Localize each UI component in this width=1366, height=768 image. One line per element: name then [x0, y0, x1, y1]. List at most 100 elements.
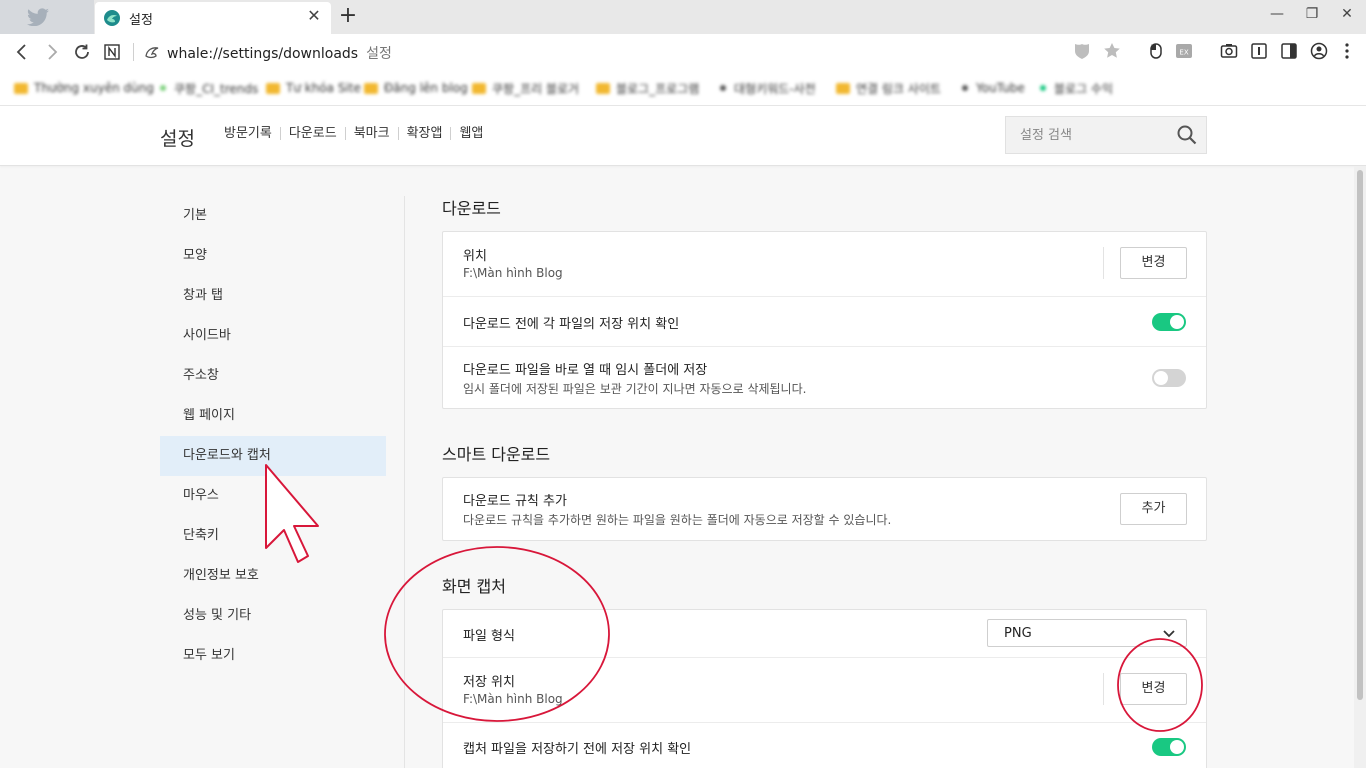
settings-sidebar: 기본 모양 창과 탭 사이드바 주소창 웹 페이지 다운로드와 캡처 마우스 단…	[160, 196, 386, 676]
favicon-icon	[720, 85, 726, 91]
tab-bar: 설정 ✕ + — ❐ ✕	[0, 0, 1366, 34]
sidebar-item-performance[interactable]: 성능 및 기타	[160, 596, 386, 636]
shield-icon[interactable]	[1071, 41, 1093, 63]
sidebar-item-address-bar[interactable]: 주소창	[160, 356, 386, 396]
star-icon[interactable]	[1101, 41, 1123, 63]
bookmark-folder[interactable]: Đăng lên blog	[364, 80, 468, 96]
twitter-icon	[26, 8, 50, 27]
favicon-icon	[160, 85, 166, 91]
favicon-icon	[962, 85, 968, 91]
camera-icon[interactable]	[1218, 41, 1240, 63]
button-divider	[1103, 247, 1104, 279]
bookmark-folder[interactable]: 연결 링크 사이트	[836, 80, 941, 96]
sidebar-item-mouse[interactable]: 마우스	[160, 476, 386, 516]
sidebar-item-view-all[interactable]: 모두 보기	[160, 636, 386, 676]
new-tab-button[interactable]: +	[337, 4, 359, 28]
sidebar-item-shortcuts[interactable]: 단축키	[160, 516, 386, 556]
close-window-button[interactable]: ✕	[1334, 4, 1360, 24]
profile-icon[interactable]	[1308, 41, 1330, 63]
sidebar-item-basic[interactable]: 기본	[160, 196, 386, 236]
url-page-label: 설정	[366, 46, 392, 62]
toolbar-separator	[133, 43, 134, 61]
sidebar-item-appearance[interactable]: 모양	[160, 236, 386, 276]
forward-icon[interactable]	[40, 40, 64, 64]
temp-folder-toggle[interactable]	[1152, 369, 1186, 387]
back-icon[interactable]	[10, 40, 34, 64]
temp-folder-row: 다운로드 파일을 바로 열 때 임시 폴더에 저장 임시 폴더에 저장된 파일은…	[443, 346, 1206, 408]
tab-close-icon[interactable]: ✕	[305, 7, 323, 25]
nav-history[interactable]: 방문기록	[224, 127, 280, 140]
sidebar-item-privacy[interactable]: 개인정보 보호	[160, 556, 386, 596]
minimize-button[interactable]: —	[1264, 4, 1290, 24]
sidebar-item-downloads-capture[interactable]: 다운로드와 캡처	[160, 436, 386, 476]
settings-search	[1005, 116, 1207, 154]
ex-extension-icon[interactable]: EX	[1173, 41, 1195, 63]
file-format-label: 파일 형식	[463, 629, 515, 644]
active-tab[interactable]: 설정 ✕	[95, 2, 331, 34]
bookmarks-bar: Thường xuyên dùng 쿠팡_CI_trends Tư khóa S…	[0, 70, 1366, 106]
file-format-value: PNG	[1004, 626, 1032, 641]
menu-icon[interactable]	[1336, 41, 1358, 63]
screen-capture-section-title: 화면 캡처	[442, 577, 506, 596]
toggle-knob	[1154, 371, 1168, 385]
file-format-select[interactable]: PNG	[987, 619, 1187, 647]
settings-title: 설정	[160, 128, 195, 150]
button-divider	[1103, 673, 1104, 705]
smart-download-card: 다운로드 규칙 추가 다운로드 규칙을 추가하면 원하는 파일을 원하는 폴더에…	[442, 477, 1207, 541]
background-tab[interactable]	[0, 0, 94, 34]
download-rule-description: 다운로드 규칙을 추가하면 원하는 파일을 원하는 폴더에 자동으로 저장할 수…	[463, 513, 892, 527]
download-location-change-button[interactable]: 변경	[1120, 247, 1187, 279]
page-scrollbar[interactable]	[1354, 166, 1366, 768]
nav-webapps[interactable]: 웹앱	[450, 127, 491, 140]
sidebar-item-sidebar[interactable]: 사이드바	[160, 316, 386, 356]
search-icon[interactable]	[1176, 124, 1198, 146]
file-format-row: 파일 형식 PNG	[443, 610, 1206, 657]
screen-capture-card: 파일 형식 PNG 저장 위치 F:\Màn hình Blog 변경 캡처 파…	[442, 609, 1207, 768]
bookmark-folder[interactable]: Tư khóa Site	[266, 80, 361, 96]
reload-icon[interactable]	[70, 40, 94, 64]
download-location-row: 위치 F:\Màn hình Blog 변경	[443, 232, 1206, 296]
bookmark-link[interactable]: 대형키워드-사전	[716, 80, 816, 96]
bookmark-folder[interactable]: 쿠팡_프리 블로거	[472, 80, 579, 96]
folder-icon	[14, 82, 28, 94]
folder-icon	[364, 82, 378, 94]
add-rule-button[interactable]: 추가	[1120, 493, 1187, 525]
bookmark-link[interactable]: YouTube	[958, 80, 1025, 96]
capture-confirm-toggle[interactable]	[1152, 738, 1186, 756]
bookmark-link[interactable]: 블로그 수익	[1036, 80, 1113, 96]
toggle-knob	[1170, 315, 1184, 329]
restore-button[interactable]: ❐	[1299, 4, 1325, 24]
sidebar-item-web-page[interactable]: 웹 페이지	[160, 396, 386, 436]
svg-text:EX: EX	[1179, 49, 1188, 57]
chevron-down-icon	[1162, 626, 1176, 640]
sidebar-item-windows-tabs[interactable]: 창과 탭	[160, 276, 386, 316]
settings-search-input[interactable]	[1006, 117, 1166, 153]
download-location-label: 위치	[463, 249, 487, 264]
address-bar[interactable]: whale://settings/downloads 설정	[167, 43, 392, 63]
settings-header: 설정 방문기록 다운로드 북마크 확장앱 웹앱	[0, 106, 1366, 166]
capture-location-path: F:\Màn hình Blog	[463, 692, 563, 706]
download-location-path: F:\Màn hình Blog	[463, 266, 563, 280]
nav-downloads[interactable]: 다운로드	[279, 127, 345, 140]
tab-title: 설정	[129, 13, 153, 28]
nav-bookmarks[interactable]: 북마크	[344, 127, 398, 140]
toggle-knob	[1170, 740, 1184, 754]
download-rule-label: 다운로드 규칙 추가	[463, 494, 567, 509]
nav-extensions[interactable]: 확장앱	[397, 127, 451, 140]
bookmark-link[interactable]: 쿠팡_CI_trends	[156, 80, 258, 96]
capture-confirm-label: 캡처 파일을 저장하기 전에 저장 위치 확인	[463, 742, 692, 757]
reader-icon[interactable]	[1248, 41, 1270, 63]
mouse-icon[interactable]	[1145, 41, 1167, 63]
url-address: whale://settings/downloads	[167, 46, 359, 62]
download-confirm-toggle[interactable]	[1152, 313, 1186, 331]
bookmark-folder[interactable]: 블로그_프로그램	[596, 80, 699, 96]
sidebar-icon[interactable]	[1278, 41, 1300, 63]
notion-icon[interactable]	[100, 40, 124, 64]
folder-icon	[836, 82, 850, 94]
download-confirm-label: 다운로드 전에 각 파일의 저장 위치 확인	[463, 317, 680, 332]
scrollbar-thumb[interactable]	[1357, 170, 1363, 700]
bookmark-folder[interactable]: Thường xuyên dùng	[14, 80, 154, 96]
folder-icon	[472, 82, 486, 94]
download-rule-row: 다운로드 규칙 추가 다운로드 규칙을 추가하면 원하는 파일을 원하는 폴더에…	[443, 478, 1206, 540]
capture-location-change-button[interactable]: 변경	[1120, 673, 1187, 705]
